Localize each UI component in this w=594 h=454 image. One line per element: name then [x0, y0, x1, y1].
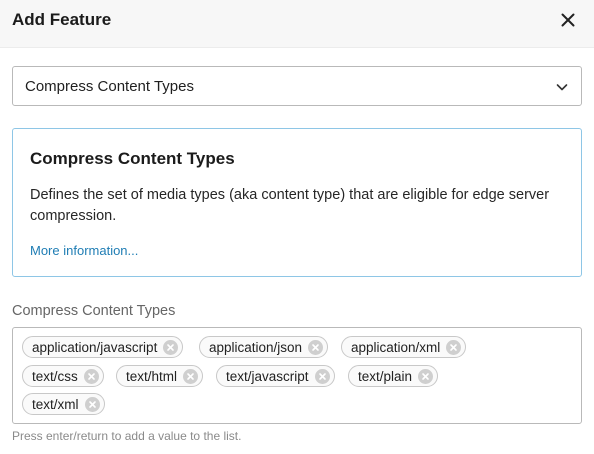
more-information-link[interactable]: More information...: [30, 243, 138, 258]
tag-label: text/html: [126, 368, 178, 384]
remove-circle-icon[interactable]: [446, 339, 462, 355]
remove-circle-icon[interactable]: [84, 396, 100, 412]
feature-info-heading: Compress Content Types: [30, 149, 235, 168]
feature-info-panel: Compress Content Types Defines the set o…: [12, 128, 582, 277]
chevron-down-icon: [555, 80, 569, 94]
tag-label: text/xml: [32, 396, 79, 412]
tag-input-hint: Press enter/return to add a value to the…: [12, 429, 242, 443]
feature-info-description: Defines the set of media types (aka cont…: [30, 187, 550, 224]
tag-chip: text/javascript: [216, 365, 335, 387]
dialog-title: Add Feature: [12, 10, 112, 29]
remove-circle-icon[interactable]: [308, 339, 324, 355]
dialog-header: Add Feature: [0, 0, 594, 48]
remove-circle-icon[interactable]: [183, 368, 199, 384]
remove-circle-icon[interactable]: [418, 368, 434, 384]
feature-select[interactable]: Compress Content Types: [12, 66, 582, 106]
tag-chip: text/css: [22, 365, 104, 387]
tag-chip: text/html: [116, 365, 204, 387]
tag-chip: text/plain: [348, 365, 439, 387]
tag-chip: text/xml: [22, 393, 105, 415]
tag-label: application/json: [209, 339, 303, 355]
content-types-tag-input[interactable]: application/javascript application/json …: [12, 327, 582, 424]
remove-circle-icon[interactable]: [83, 368, 99, 384]
remove-circle-icon[interactable]: [163, 339, 179, 355]
tag-label: text/plain: [358, 368, 413, 384]
tag-label: application/xml: [351, 339, 441, 355]
close-icon[interactable]: [556, 8, 580, 32]
tag-chip: application/javascript: [22, 336, 184, 358]
tag-label: text/css: [32, 368, 78, 384]
remove-circle-icon[interactable]: [314, 368, 330, 384]
feature-select-value: Compress Content Types: [25, 78, 194, 95]
tag-label: application/javascript: [32, 339, 158, 355]
tag-chip: application/xml: [341, 336, 467, 358]
tag-label: text/javascript: [226, 368, 309, 384]
content-types-label: Compress Content Types: [12, 303, 176, 319]
tag-chip: application/json: [199, 336, 329, 358]
